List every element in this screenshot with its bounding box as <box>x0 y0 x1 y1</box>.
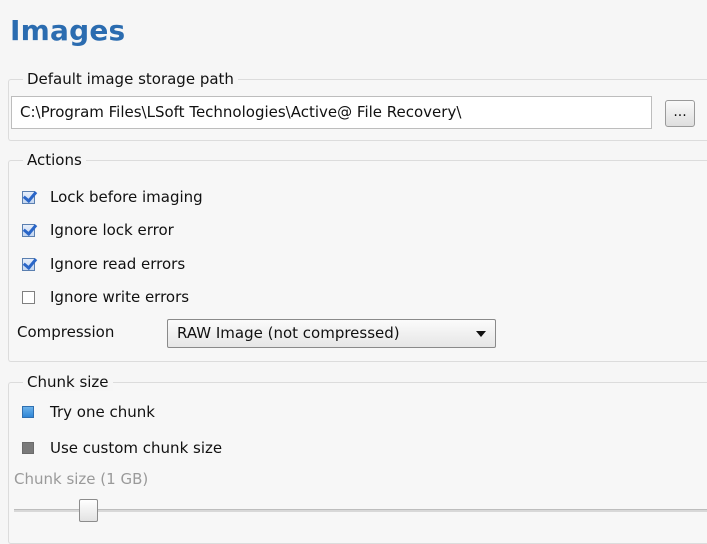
chunk-size-slider-track[interactable] <box>14 509 707 512</box>
try-one-chunk-label: Try one chunk <box>50 403 155 421</box>
ignore-write-errors-checkbox[interactable] <box>22 290 35 304</box>
ignore-write-errors-label: Ignore write errors <box>50 288 190 306</box>
use-custom-chunk-size-radio[interactable] <box>22 442 34 454</box>
browse-button[interactable]: ... <box>665 100 695 127</box>
ignore-read-errors-option[interactable]: Ignore read errors <box>22 252 185 276</box>
lock-before-imaging-label: Lock before imaging <box>50 188 203 206</box>
lock-before-imaging-checkbox[interactable] <box>22 190 35 204</box>
ignore-read-errors-checkbox[interactable] <box>22 257 35 271</box>
page-title: Images <box>10 14 126 47</box>
chevron-down-icon <box>476 331 486 337</box>
ignore-lock-error-label: Ignore lock error <box>50 221 174 239</box>
ignore-write-errors-option[interactable]: Ignore write errors <box>22 285 189 309</box>
ignore-lock-error-checkbox[interactable] <box>22 223 35 237</box>
use-custom-chunk-size-option[interactable]: Use custom chunk size <box>22 436 222 460</box>
storage-path-group-title: Default image storage path <box>23 70 238 88</box>
chunk-size-slider-thumb[interactable] <box>79 499 98 522</box>
chunk-size-group-title: Chunk size <box>23 373 113 391</box>
ignore-read-errors-label: Ignore read errors <box>50 255 186 273</box>
compression-select[interactable]: RAW Image (not compressed) <box>167 319 496 348</box>
try-one-chunk-radio[interactable] <box>22 406 34 418</box>
actions-group-title: Actions <box>23 151 86 169</box>
ignore-lock-error-option[interactable]: Ignore lock error <box>22 218 174 242</box>
compression-value: RAW Image (not compressed) <box>177 324 400 342</box>
chunk-size-label: Chunk size (1 GB) <box>14 470 149 488</box>
try-one-chunk-option[interactable]: Try one chunk <box>22 400 155 424</box>
lock-before-imaging-option[interactable]: Lock before imaging <box>22 185 203 209</box>
compression-label: Compression <box>17 323 115 341</box>
storage-path-input[interactable]: C:\Program Files\LSoft Technologies\Acti… <box>11 96 652 129</box>
use-custom-chunk-size-label: Use custom chunk size <box>50 439 223 457</box>
